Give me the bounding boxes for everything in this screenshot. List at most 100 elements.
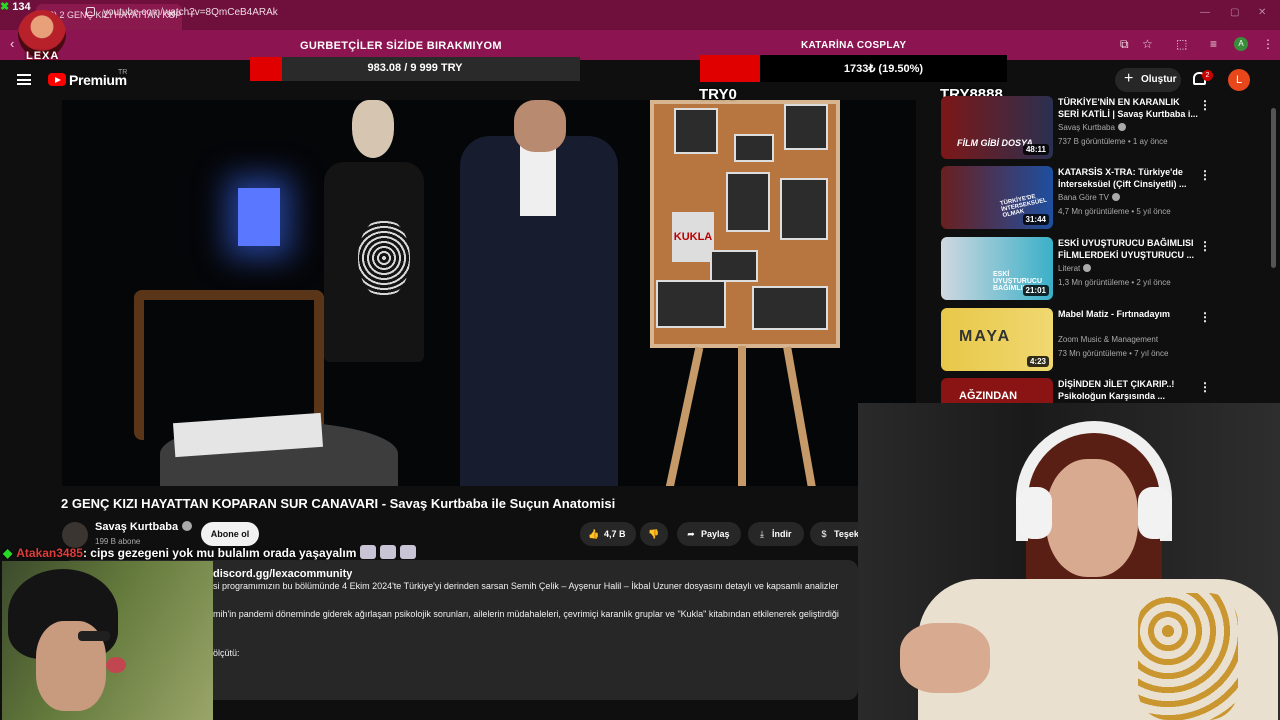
flower [106, 657, 126, 673]
video-player[interactable]: KUKLA [62, 100, 916, 486]
channel-name[interactable]: Savaş Kurtbaba [1058, 123, 1126, 132]
user-avatar[interactable]: L [1228, 69, 1250, 91]
video-thumbnail[interactable]: FİLM GİBİ DOSYA 48:11 [941, 96, 1053, 159]
verified-icon [1112, 193, 1120, 201]
channel-name[interactable]: Savaş Kurtbaba [95, 521, 193, 533]
menu-hamburger-icon[interactable] [17, 74, 31, 85]
minimize-button[interactable]: — [1200, 7, 1210, 18]
description-line: ölçütü: [213, 648, 240, 658]
video-title[interactable]: Mabel Matiz - Fırtınadayım [1058, 308, 1198, 320]
region-label: TR [118, 69, 128, 76]
board-photo [674, 108, 718, 154]
board-photo [784, 104, 828, 150]
goal-right-text: 1733₺ (19.50%) [843, 63, 924, 75]
video-title[interactable]: TÜRKİYE'NİN EN KARANLIK SERİ KATİLİ | Sa… [1058, 96, 1198, 120]
share-button[interactable]: ➦ Paylaş [677, 522, 741, 546]
cat-emote-icon [400, 545, 417, 559]
streamer-webcam [858, 403, 1280, 720]
leopard-pattern [1138, 593, 1238, 720]
video-thumbnail[interactable]: TÜRKİYE'DE İNTERSEKSÜEL OLMAK 31:44 [941, 166, 1053, 229]
site-info-icon[interactable] [86, 7, 95, 16]
bookmark-star-icon[interactable]: ☆ [1142, 37, 1153, 51]
goal-right-title: KATARİNA COSPLAY [801, 40, 907, 51]
board-photo [656, 280, 726, 328]
verified-icon [182, 521, 193, 531]
thumbs-up-icon: 👍 [588, 529, 600, 539]
download-button[interactable]: ⤓ İndir [748, 522, 804, 546]
description-line: si programımızın bu bölümünde 4 Ekim 202… [213, 581, 839, 591]
recommended-video[interactable]: MAYA 4:23 Mabel Matiz - Fırtınadayım Zoo… [941, 308, 1211, 374]
video-meta: 1,3 Mn görüntüleme • 2 yıl önce [1058, 278, 1171, 287]
cast-icon[interactable]: ⧉ [1120, 37, 1129, 52]
headset-earcup [1138, 487, 1172, 539]
streamer-logo-text: LEXA [26, 50, 60, 62]
goal-right-fill [700, 55, 760, 82]
presenter-head [514, 100, 566, 152]
video-thumbnail[interactable]: AĞZINDAN [941, 378, 1053, 403]
board-photo [780, 178, 828, 240]
easel-leg [664, 346, 704, 486]
verified-icon [1117, 123, 1126, 131]
more-options-icon[interactable]: ⋮ [1199, 310, 1211, 324]
window-close-button[interactable]: ✕ [1258, 7, 1266, 18]
board-photo [710, 250, 758, 282]
more-options-icon[interactable]: ⋮ [1199, 239, 1211, 253]
youtube-header [0, 60, 1280, 100]
chat-text: : cips gezegeni yok mu bulalım orada yaş… [82, 546, 357, 560]
youtube-logo-icon[interactable] [48, 73, 66, 86]
thanks-label: Teşekkür [834, 529, 858, 539]
url-field[interactable]: youtube.com/watch?v=8QmCeB4ARAk [86, 7, 278, 18]
video-title[interactable]: KATARSİS X-TRA: Türkiye'de İnterseksüel … [1058, 166, 1198, 190]
thanks-button[interactable]: $ Teşekkür [810, 522, 858, 546]
presenter-shirt [520, 144, 556, 216]
recommended-video[interactable]: TÜRKİYE'DE İNTERSEKSÜEL OLMAK 31:44 KATA… [941, 166, 1211, 232]
share-icon: ➦ [687, 529, 695, 539]
mannequin-head [352, 100, 394, 158]
like-button[interactable]: 👍 4,7 B [580, 522, 636, 546]
video-thumbnail[interactable]: ESKİ UYUŞTURUCU BAĞIMLISI 21:01 [941, 237, 1053, 300]
create-button[interactable]: Oluştur [1115, 67, 1181, 92]
thumbnail-text: MAYA [959, 328, 1012, 345]
video-duration: 4:23 [1026, 356, 1049, 367]
channel-name[interactable]: Zoom Music & Management [1058, 335, 1158, 344]
download-icon: ⤓ [760, 529, 764, 539]
live-dot-icon: ✖ [0, 1, 10, 13]
channel-name-text: Savaş Kurtbaba [95, 521, 179, 533]
thumbnail-text: FİLM GİBİ DOSYA [957, 138, 1033, 148]
channel-name[interactable]: Literat [1058, 264, 1092, 273]
back-arrow-icon[interactable]: ‹ [10, 36, 14, 51]
chatter-image [2, 561, 213, 720]
recommended-video[interactable]: AĞZINDAN DİŞİNDEN JİLET ÇIKARIP..! Psiko… [941, 378, 1211, 403]
more-options-icon[interactable]: ⋮ [1199, 168, 1211, 182]
board-photo [734, 134, 774, 162]
share-label: Paylaş [701, 529, 730, 539]
page-scrollbar[interactable] [1271, 108, 1276, 268]
reading-list-icon[interactable]: ≡ [1210, 37, 1217, 51]
video-duration: 48:11 [1022, 144, 1049, 155]
address-bar [0, 30, 1280, 60]
dislike-button[interactable]: 👎 [640, 522, 668, 546]
video-thumbnail[interactable]: MAYA 4:23 [941, 308, 1053, 371]
profile-avatar[interactable]: A [1234, 37, 1248, 51]
recommended-video[interactable]: FİLM GİBİ DOSYA 48:11 TÜRKİYE'NİN EN KAR… [941, 96, 1211, 162]
description-line: mih'in pandemi döneminde giderek ağırlaş… [213, 609, 839, 619]
thumbnail-text: AĞZINDAN [959, 390, 1018, 402]
channel-name[interactable]: Bana Göre TV [1058, 193, 1120, 202]
verified-icon [1083, 264, 1092, 272]
url-text: youtube.com/watch?v=8QmCeB4ARAk [103, 7, 278, 18]
goal-left-text: 983.08 / 9 999 TRY [367, 62, 463, 74]
chat-username: Atakan3485 [16, 546, 83, 560]
sunglasses [78, 631, 110, 641]
cat-emote-icon [360, 545, 377, 559]
video-title[interactable]: DİŞİNDEN JİLET ÇIKARIP..! Psikoloğun Kar… [1058, 378, 1198, 402]
maximize-button[interactable]: ▢ [1230, 7, 1239, 18]
channel-name-text: Savaş Kurtbaba [1058, 123, 1115, 132]
more-options-icon[interactable]: ⋮ [1199, 380, 1211, 394]
subscribe-button[interactable]: Abone ol [201, 522, 259, 546]
recommended-video[interactable]: ESKİ UYUŞTURUCU BAĞIMLISI 21:01 ESKİ UYU… [941, 237, 1211, 303]
description-link[interactable]: discord.gg/lexacommunity [213, 568, 352, 580]
browser-menu-icon[interactable]: ⋮ [1262, 37, 1274, 51]
extensions-icon[interactable]: ⬚ [1176, 37, 1187, 51]
video-title[interactable]: ESKİ UYUŞTURUCU BAĞIMLISI FİLMLERDEKİ UY… [1058, 237, 1198, 261]
more-options-icon[interactable]: ⋮ [1199, 98, 1211, 112]
